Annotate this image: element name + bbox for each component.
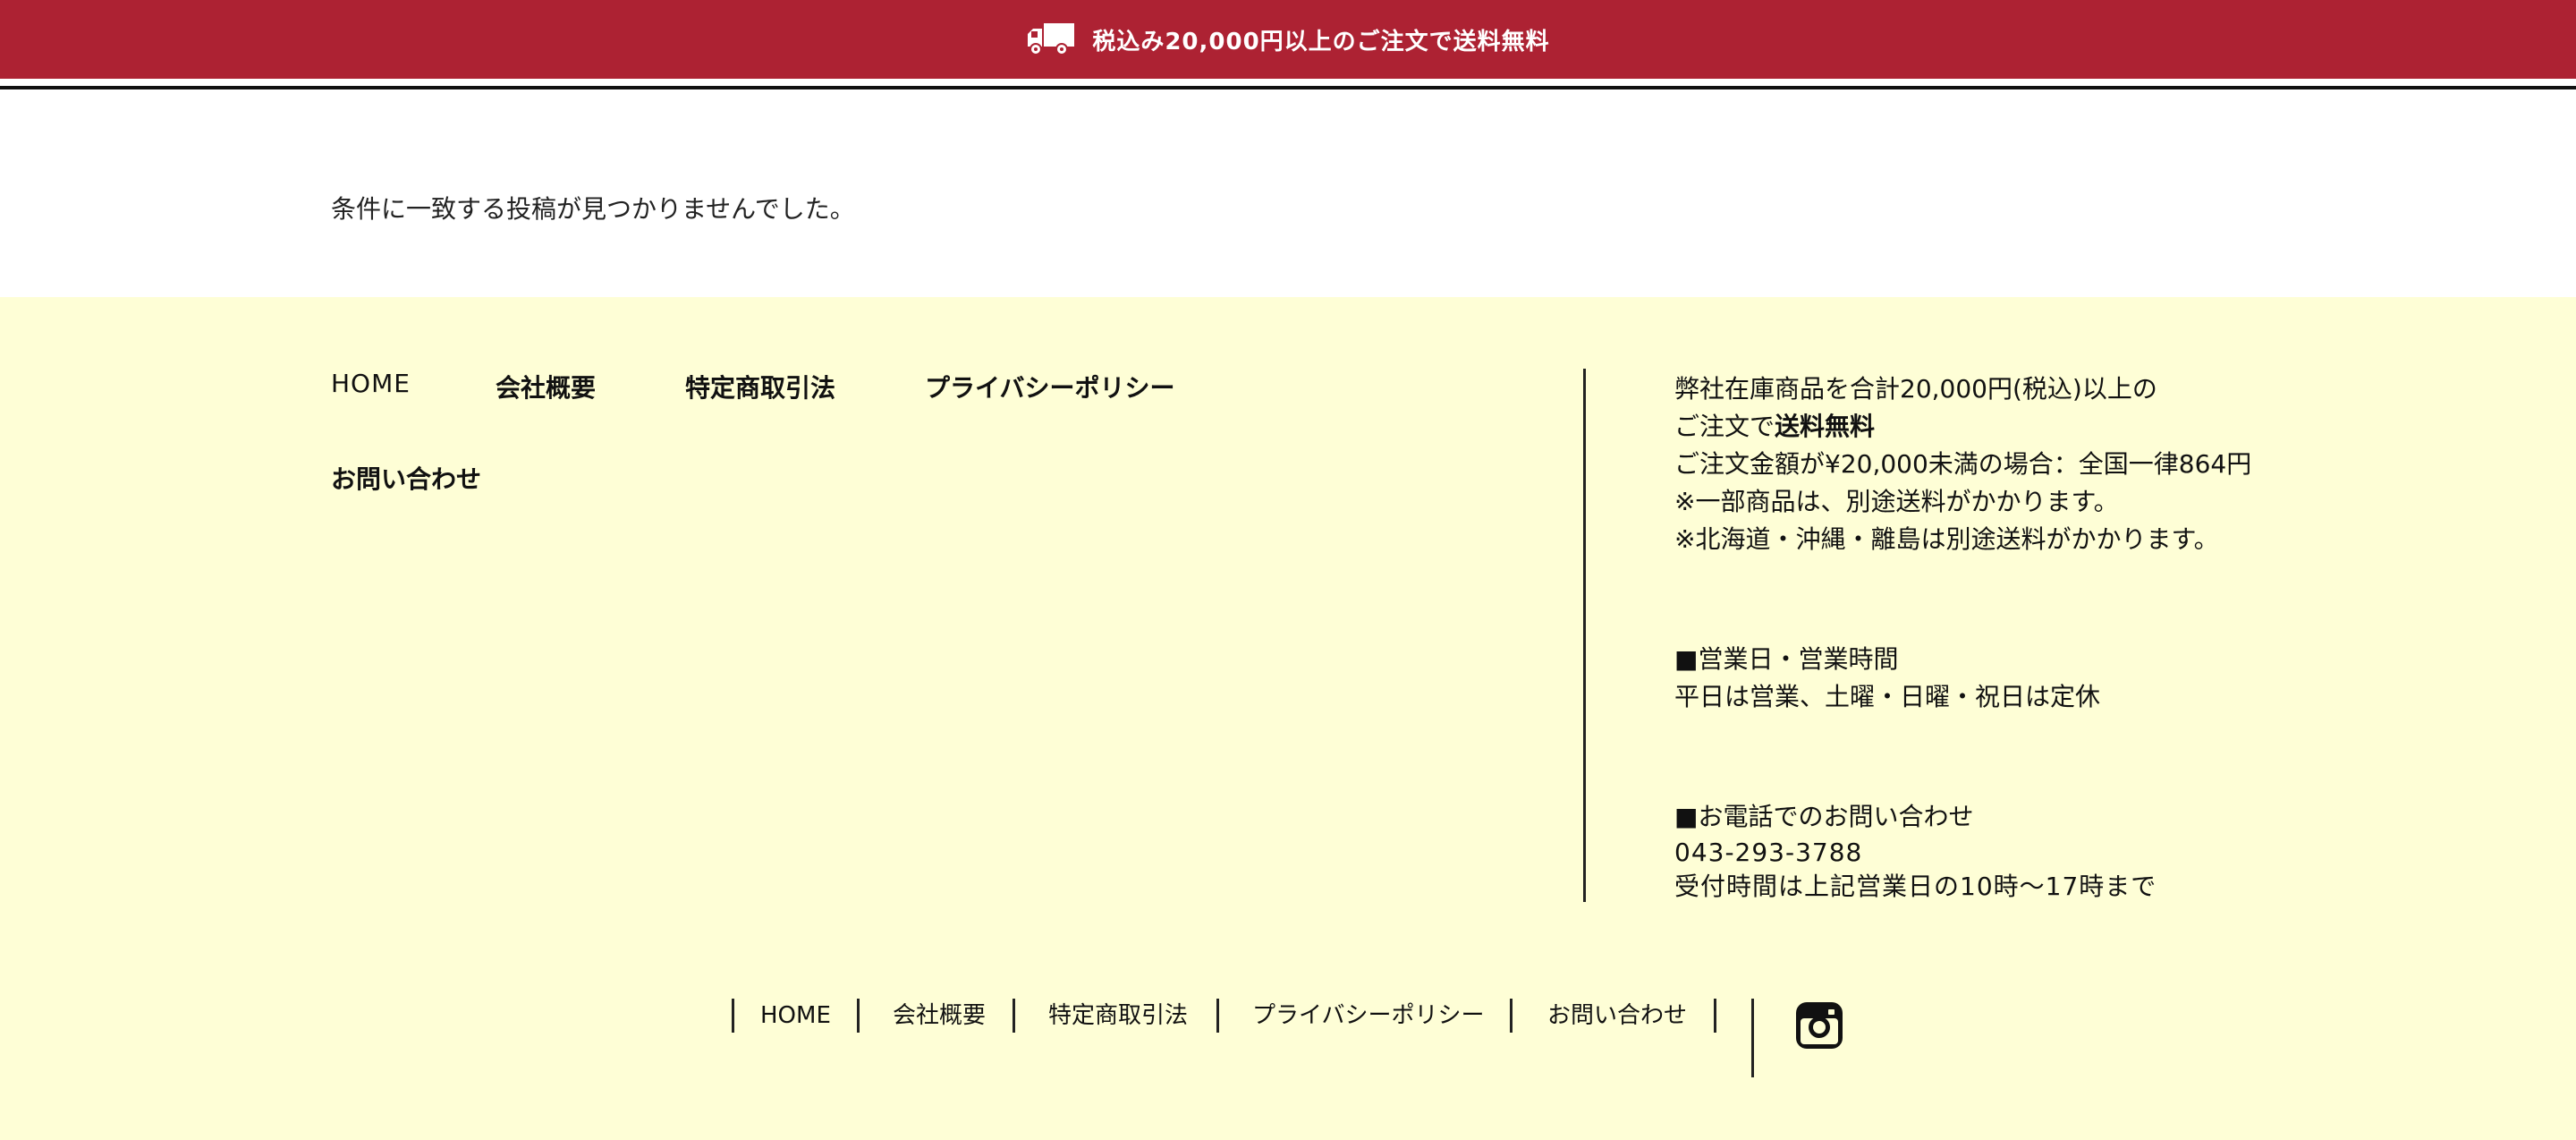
phone-hours: 受付時間は上記営業日の10時〜17時まで xyxy=(1674,872,2157,901)
bottom-nav: HOME 会社概要 特定商取引法 プライバシーポリシー お問い合わせ xyxy=(0,999,2576,1052)
footer-vertical-divider xyxy=(1583,369,1586,902)
shipping-line-3: ご注文金額が¥20,000未満の場合：全国一律864円 xyxy=(1674,449,2252,479)
instagram-icon[interactable] xyxy=(1794,1000,1844,1051)
bottom-nav-home[interactable]: HOME xyxy=(760,999,831,1033)
shipping-line-2: ご注文で送料無料 xyxy=(1674,408,2479,446)
main-content: 条件に一致する投稿が見つかりませんでした。 xyxy=(0,89,2576,297)
phone-number[interactable]: 043-293-3788 xyxy=(1674,836,2479,870)
bottom-nav-separator xyxy=(1714,999,1716,1033)
bottom-nav-separator xyxy=(732,999,734,1033)
footer-nav-company[interactable]: 会社概要 xyxy=(496,369,596,404)
shipping-banner-text: 税込み20,000円以上のご注文で送料無料 xyxy=(1092,28,1550,55)
bottom-nav-separator xyxy=(857,999,860,1033)
no-posts-message: 条件に一致する投稿が見つかりませんでした。 xyxy=(331,194,855,224)
footer-nav-commerce-law[interactable]: 特定商取引法 xyxy=(685,369,835,404)
shipping-line-5: ※北海道・沖縄・離島は別途送料がかかります。 xyxy=(1674,524,2219,554)
phone-heading: ■お電話でのお問い合わせ xyxy=(1674,802,1974,831)
bottom-nav-commerce-law[interactable]: 特定商取引法 xyxy=(1048,999,1188,1033)
bottom-nav-contact[interactable]: お問い合わせ xyxy=(1547,999,1687,1033)
free-shipping-emphasis: 送料無料 xyxy=(1775,412,1876,441)
bottom-nav-separator xyxy=(1216,999,1219,1033)
footer-nav-contact[interactable]: お問い合わせ xyxy=(331,460,481,496)
bottom-nav-separator xyxy=(1013,999,1015,1033)
bottom-nav-privacy-policy[interactable]: プライバシーポリシー xyxy=(1252,999,1484,1033)
social-divider xyxy=(1751,999,1754,1077)
business-hours-text: 平日は営業、土曜・日曜・祝日は定休 xyxy=(1674,682,2101,711)
footer-nav-home[interactable]: HOME xyxy=(331,369,411,398)
shipping-line-4: ※一部商品は、別途送料がかかります。 xyxy=(1674,487,2119,516)
bottom-nav-separator xyxy=(1510,999,1513,1033)
footer-info: 弊社在庫商品を合計20,000円(税込)以上の ご注文で送料無料 ご注文金額が¥… xyxy=(1674,370,2479,904)
header-divider-white xyxy=(0,79,2576,86)
shipping-line-2-prefix: ご注文で xyxy=(1674,412,1775,441)
shipping-banner: 税込み20,000円以上のご注文で送料無料 xyxy=(0,0,2576,79)
shipping-line-1: 弊社在庫商品を合計20,000円(税込)以上の xyxy=(1674,374,2157,404)
bottom-nav-company[interactable]: 会社概要 xyxy=(893,999,986,1033)
shipping-banner-content: 税込み20,000円以上のご注文で送料無料 xyxy=(1026,21,1549,57)
footer-nav-privacy-policy[interactable]: プライバシーポリシー xyxy=(925,369,1174,404)
truck-icon xyxy=(1026,21,1076,57)
business-hours-heading: ■営業日・営業時間 xyxy=(1674,644,1899,674)
